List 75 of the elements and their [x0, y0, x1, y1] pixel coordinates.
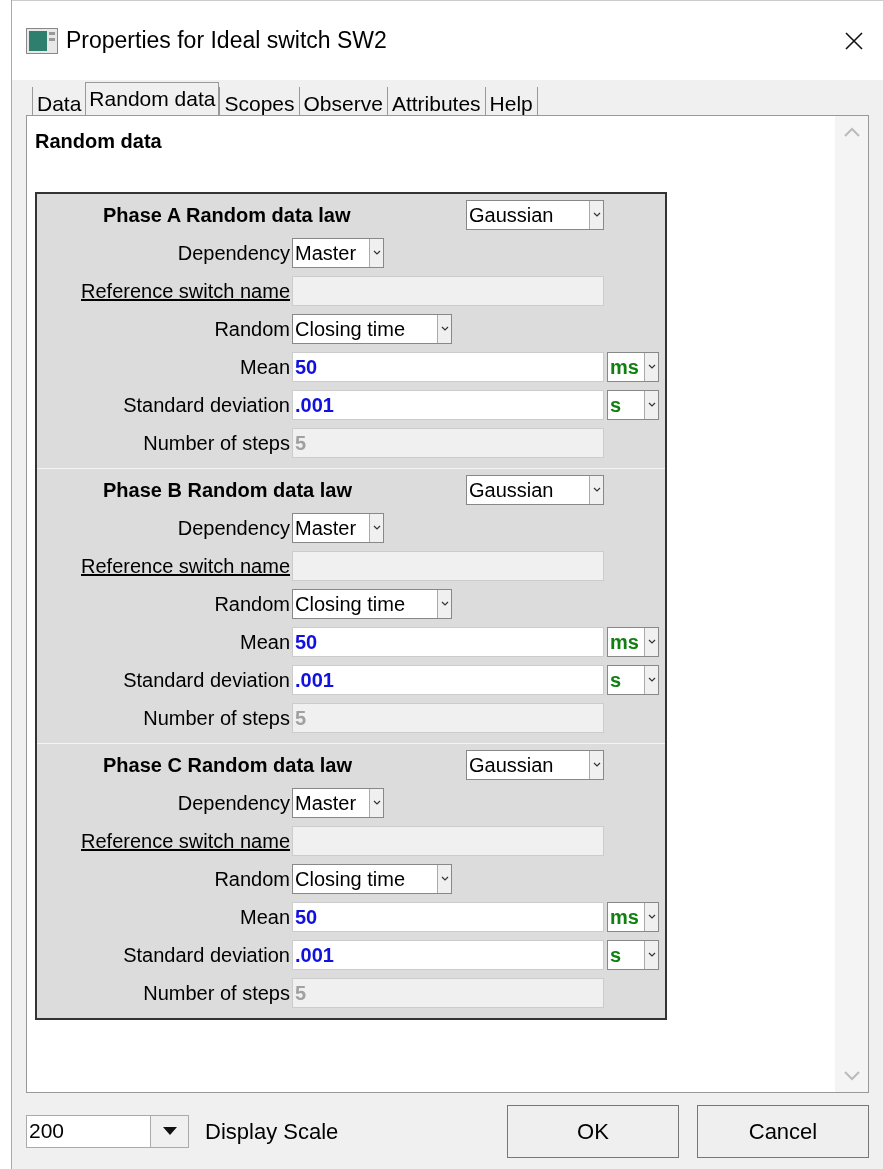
field-label: Dependency	[177, 241, 290, 266]
dependency-dropdown[interactable]: Master	[292, 238, 384, 268]
app-icon	[26, 27, 58, 54]
random-dropdown[interactable]: Closing time	[292, 589, 452, 619]
field-label: Number of steps	[143, 706, 290, 731]
field-label: Random	[214, 317, 290, 342]
input-field: 5	[292, 978, 604, 1008]
unit-dropdown[interactable]: s	[607, 940, 659, 970]
scroll-down-icon[interactable]	[842, 1070, 861, 1082]
random-dropdown[interactable]: Closing time	[292, 864, 452, 894]
field-label: Standard deviation	[123, 668, 290, 693]
phase-title: Phase A Random data law	[103, 203, 352, 228]
law-dropdown[interactable]: Gaussian	[466, 200, 604, 230]
field-label: Mean	[239, 905, 290, 930]
field-label: Dependency	[177, 516, 290, 541]
caret-icon	[646, 952, 657, 958]
field-label: Random	[214, 592, 290, 617]
law-dropdown[interactable]: Gaussian	[466, 475, 604, 505]
unit-dropdown[interactable]: ms	[607, 352, 659, 382]
unit-dropdown[interactable]: s	[607, 390, 659, 420]
input-field[interactable]: .001	[292, 665, 604, 695]
caret-icon	[646, 914, 657, 920]
input-field[interactable]	[292, 551, 604, 581]
dependency-dropdown[interactable]: Master	[292, 788, 384, 818]
scale-combo[interactable]: 200	[26, 1114, 189, 1148]
caret-icon	[371, 525, 382, 531]
unit-dropdown[interactable]: ms	[607, 902, 659, 932]
field-label: Mean	[239, 355, 290, 380]
dropdown-arrow-icon	[162, 1127, 177, 1135]
random-dropdown[interactable]: Closing time	[292, 314, 452, 344]
dialog-button[interactable]: Cancel	[697, 1104, 869, 1158]
field-label: Standard deviation	[123, 393, 290, 418]
caret-icon	[439, 326, 450, 332]
tab[interactable]: Random data	[85, 82, 220, 115]
input-field: 5	[292, 703, 604, 733]
input-field[interactable]: 50	[292, 902, 604, 932]
caret-icon	[591, 212, 602, 218]
caret-icon	[646, 639, 657, 645]
field-link[interactable]: Reference switch name	[81, 276, 290, 306]
caret-icon	[591, 487, 602, 493]
law-dropdown[interactable]: Gaussian	[466, 750, 604, 780]
input-field[interactable]: .001	[292, 940, 604, 970]
scroll-up-icon[interactable]	[842, 126, 861, 138]
input-field[interactable]	[292, 276, 604, 306]
input-field[interactable]	[292, 826, 604, 856]
caret-icon	[439, 876, 450, 882]
dialog-button[interactable]: OK	[507, 1104, 679, 1158]
caret-icon	[646, 402, 657, 408]
phase-title: Phase B Random data law	[103, 478, 353, 503]
field-label: Standard deviation	[123, 943, 290, 968]
close-icon[interactable]	[845, 31, 863, 50]
window-title: Properties for Ideal switch SW2	[66, 26, 387, 56]
input-field: 5	[292, 428, 604, 458]
caret-icon	[591, 762, 602, 768]
caret-icon	[371, 800, 382, 806]
unit-dropdown[interactable]: ms	[607, 627, 659, 657]
field-link[interactable]: Reference switch name	[81, 826, 290, 856]
field-link[interactable]: Reference switch name	[81, 551, 290, 581]
input-field[interactable]: 50	[292, 352, 604, 382]
section-heading: Random data	[35, 129, 163, 154]
dependency-dropdown[interactable]: Master	[292, 513, 384, 543]
field-label: Dependency	[177, 791, 290, 816]
scale-label: Display Scale	[205, 1117, 339, 1146]
input-field[interactable]: 50	[292, 627, 604, 657]
input-field[interactable]: .001	[292, 390, 604, 420]
unit-dropdown[interactable]: s	[607, 665, 659, 695]
caret-icon	[371, 250, 382, 256]
caret-icon	[646, 677, 657, 683]
phase-title: Phase C Random data law	[103, 753, 353, 778]
field-label: Number of steps	[143, 431, 290, 456]
field-label: Mean	[239, 630, 290, 655]
caret-icon	[646, 364, 657, 370]
caret-icon	[439, 601, 450, 607]
field-label: Random	[214, 867, 290, 892]
field-label: Number of steps	[143, 981, 290, 1006]
